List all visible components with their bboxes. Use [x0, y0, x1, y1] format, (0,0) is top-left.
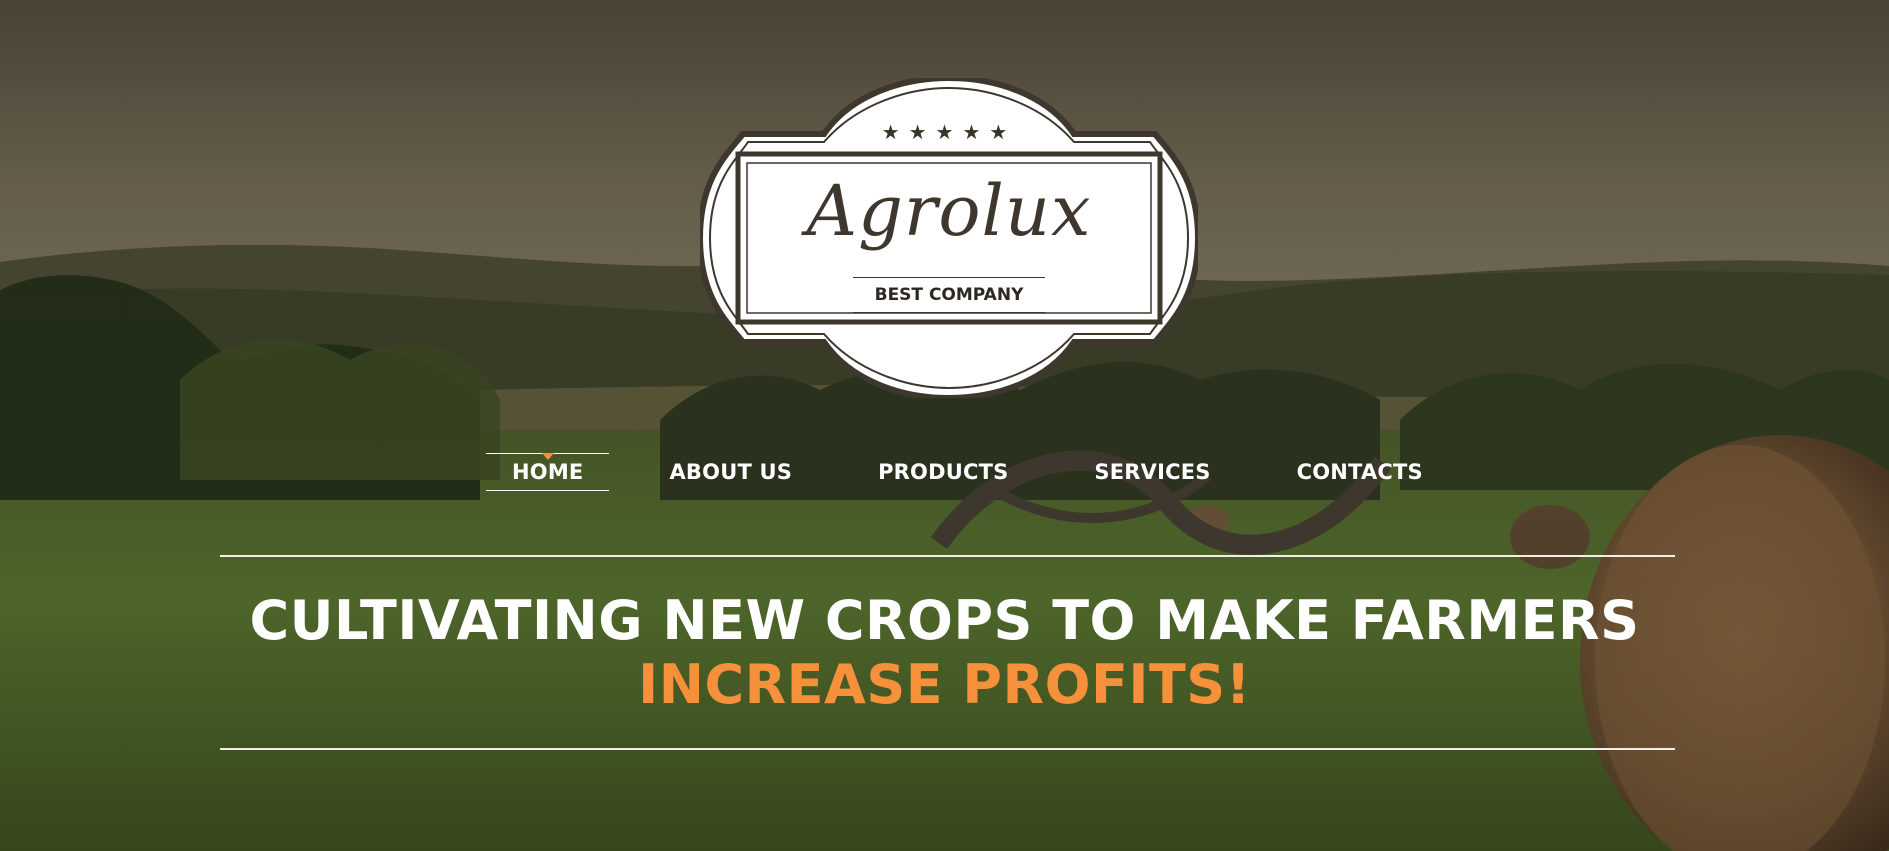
logo-badge[interactable]: ★★★★★ Agrolux BEST COMPANY [696, 74, 1392, 555]
main-nav: HOME ABOUT US PRODUCTS SERVICES CONTACTS [486, 450, 1483, 494]
nav-products[interactable]: PRODUCTS [852, 452, 1034, 492]
logo-name: Agrolux [806, 170, 1092, 252]
headline-line-1: CULTIVATING NEW CROPS TO MAKE FARMERS [249, 589, 1640, 652]
nav-contacts[interactable]: CONTACTS [1271, 452, 1449, 492]
headline-rule-bottom [220, 748, 1675, 750]
nav-home[interactable]: HOME [486, 453, 610, 491]
headline-rule-top [220, 555, 1675, 557]
nav-services[interactable]: SERVICES [1068, 452, 1236, 492]
hero-banner: ★★★★★ Agrolux BEST COMPANY HOME ABOUT US… [0, 0, 1889, 851]
nav-about-us[interactable]: ABOUT US [643, 452, 818, 492]
logo-tagline: BEST COMPANY [853, 277, 1045, 313]
rating-stars: ★★★★★ [881, 120, 1017, 144]
headline-line-2: INCREASE PROFITS! [638, 653, 1251, 716]
